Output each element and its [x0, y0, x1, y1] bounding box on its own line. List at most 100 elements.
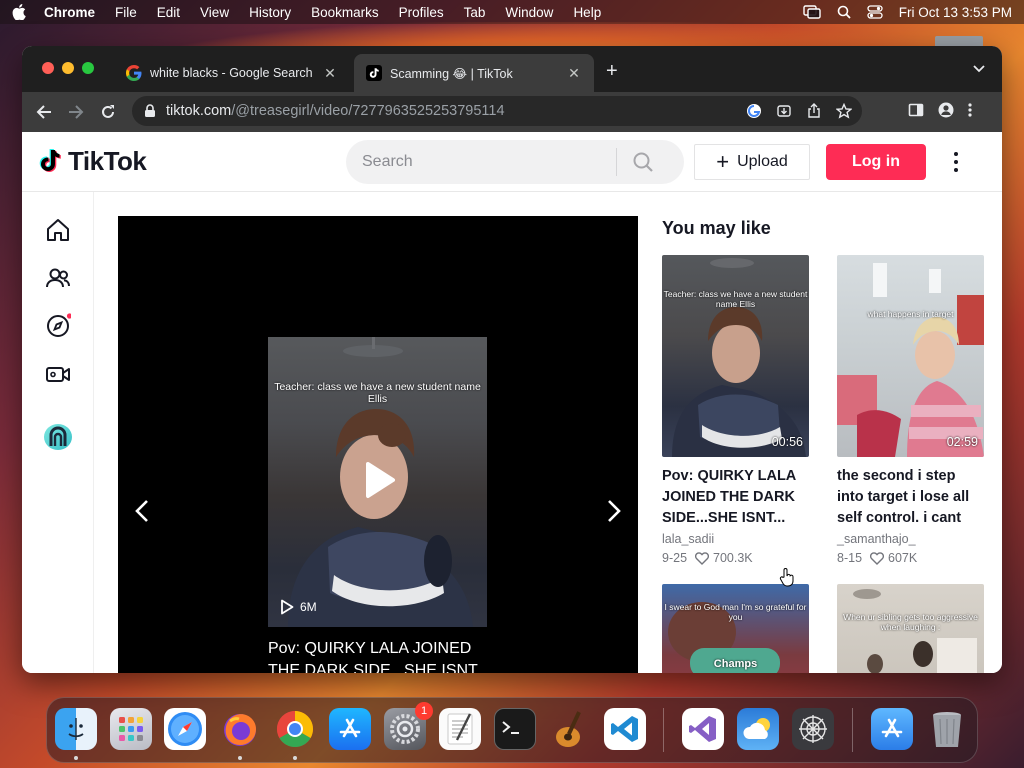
finder-icon[interactable] [55, 708, 97, 750]
terminal-icon[interactable] [494, 708, 536, 750]
card-title[interactable]: Pov: QUIRKY LALA JOINED THE DARK SIDE...… [662, 466, 809, 529]
kebab-menu-icon[interactable] [968, 102, 972, 118]
hand-cursor-icon [779, 568, 794, 587]
card-date: 9-25 [662, 551, 688, 565]
tiktok-logo[interactable]: TikTok [38, 146, 147, 177]
menu-edit[interactable]: Edit [157, 5, 180, 20]
menu-profiles[interactable]: Profiles [399, 5, 444, 20]
card-author[interactable]: _samanthajo_ [837, 532, 984, 546]
live-icon[interactable] [44, 360, 72, 388]
login-button[interactable]: Log in [826, 144, 926, 180]
prev-video-button[interactable] [130, 496, 154, 526]
visual-studio-icon[interactable] [682, 708, 724, 750]
search-button[interactable] [617, 140, 669, 184]
forward-button[interactable] [66, 102, 86, 122]
arrow-left-icon [36, 105, 51, 119]
card-thumbnail[interactable]: Teacher: class we have a new student nam… [662, 255, 809, 457]
new-tab-button[interactable]: + [606, 61, 618, 81]
screen-mirroring-icon[interactable] [803, 5, 821, 19]
menu-window[interactable]: Window [505, 5, 553, 20]
address-bar[interactable]: tiktok.com/@treasegirl/video/72779635252… [132, 96, 862, 126]
arrow-right-icon [69, 105, 84, 119]
side-panel-icon[interactable] [908, 102, 924, 118]
menu-clock[interactable]: Fri Oct 13 3:53 PM [899, 5, 1012, 20]
garageband-icon[interactable] [549, 708, 591, 750]
macos-dock: 1 [46, 697, 978, 763]
recommended-video-card[interactable]: what happens in target 02:59 the second … [837, 255, 984, 565]
search-input[interactable] [346, 140, 616, 184]
card-author[interactable]: lala_sadii [662, 532, 809, 546]
weather-icon[interactable] [737, 708, 779, 750]
chevron-down-icon[interactable] [972, 64, 986, 74]
fullscreen-window-button[interactable] [82, 62, 94, 74]
heart-icon [695, 551, 710, 565]
lock-icon[interactable] [144, 104, 156, 118]
menu-tab[interactable]: Tab [464, 5, 486, 20]
next-video-button[interactable] [602, 496, 626, 526]
recommended-video-card[interactable]: Teacher: class we have a new student nam… [662, 255, 809, 565]
play-outline-icon [281, 599, 294, 615]
minimize-window-button[interactable] [62, 62, 74, 74]
back-button[interactable] [34, 102, 54, 122]
close-tab-icon[interactable]: ✕ [322, 65, 338, 81]
menu-help[interactable]: Help [573, 5, 601, 20]
recommended-video-card[interactable]: I swear to God man I'm so grateful for y… [662, 584, 809, 673]
macos-menu-bar: Chrome File Edit View History Bookmarks … [0, 0, 1024, 24]
more-options-button[interactable] [946, 150, 966, 174]
video-player[interactable]: Teacher: class we have a new student nam… [118, 216, 638, 673]
card-title[interactable]: the second i step into target i lose all… [837, 466, 984, 529]
video-frame[interactable]: Teacher: class we have a new student nam… [268, 337, 487, 627]
bookmark-star-icon[interactable] [836, 103, 852, 119]
menu-bookmarks[interactable]: Bookmarks [311, 5, 379, 20]
explore-icon[interactable] [44, 312, 72, 340]
apple-icon[interactable] [12, 4, 26, 20]
upload-button[interactable]: + Upload [694, 144, 810, 180]
video-overlay-text: Teacher: class we have a new student nam… [274, 381, 481, 405]
dock-separator [663, 708, 664, 752]
reload-icon [102, 105, 114, 118]
menu-app-name[interactable]: Chrome [44, 5, 95, 20]
card-thumbnail-text: I swear to God man I'm so grateful for y… [664, 602, 807, 622]
card-thumbnail-art [672, 258, 806, 457]
url-path: /@treasegirl/video/7277963525253795114 [231, 103, 505, 119]
card-thumbnail-text: When ur sibling gets too aggressive when… [843, 612, 978, 632]
card-thumbnail[interactable]: When ur sibling gets too aggressive when… [837, 584, 984, 673]
search-bar [346, 140, 684, 184]
chrome-icon[interactable] [274, 708, 316, 750]
card-thumbnail-text: what happens in target [867, 309, 954, 319]
app-store-icon[interactable] [329, 708, 371, 750]
sandbox-icon[interactable] [792, 708, 834, 750]
home-icon[interactable] [44, 216, 72, 244]
firefox-icon[interactable] [219, 708, 261, 750]
menu-view[interactable]: View [200, 5, 229, 20]
safari-icon[interactable] [164, 708, 206, 750]
card-meta: 9-25 700.3K [662, 551, 809, 565]
menu-history[interactable]: History [249, 5, 291, 20]
close-window-button[interactable] [42, 62, 54, 74]
following-icon[interactable] [44, 264, 72, 292]
reload-button[interactable] [98, 102, 118, 122]
tiktok-note-icon [39, 148, 61, 172]
google-lens-icon[interactable] [746, 103, 762, 119]
menu-file[interactable]: File [115, 5, 137, 20]
tab-tiktok[interactable]: Scamming 😂 | TikTok ✕ [354, 54, 594, 92]
tiktok-icon [366, 65, 382, 81]
close-tab-icon[interactable]: ✕ [566, 65, 582, 81]
control-center-icon[interactable] [867, 5, 883, 19]
tab-google-search[interactable]: white blacks - Google Search ✕ [114, 54, 350, 92]
app-store-2-icon[interactable] [871, 708, 913, 750]
card-thumbnail[interactable]: I swear to God man I'm so grateful for y… [662, 584, 809, 673]
trash-icon[interactable] [926, 708, 968, 750]
textedit-icon[interactable] [439, 708, 481, 750]
recommended-video-card[interactable]: When ur sibling gets too aggressive when… [837, 584, 984, 673]
vscode-icon[interactable] [604, 708, 646, 750]
install-app-icon[interactable] [776, 103, 792, 119]
card-thumbnail[interactable]: what happens in target 02:59 [837, 255, 984, 457]
profile-icon[interactable] [938, 102, 954, 118]
plus-icon: + [716, 149, 730, 174]
spotlight-search-icon[interactable] [837, 5, 851, 19]
launchpad-icon[interactable] [110, 708, 152, 750]
play-icon[interactable] [362, 461, 396, 499]
share-icon[interactable] [806, 103, 822, 119]
profile-avatar[interactable] [42, 420, 74, 452]
